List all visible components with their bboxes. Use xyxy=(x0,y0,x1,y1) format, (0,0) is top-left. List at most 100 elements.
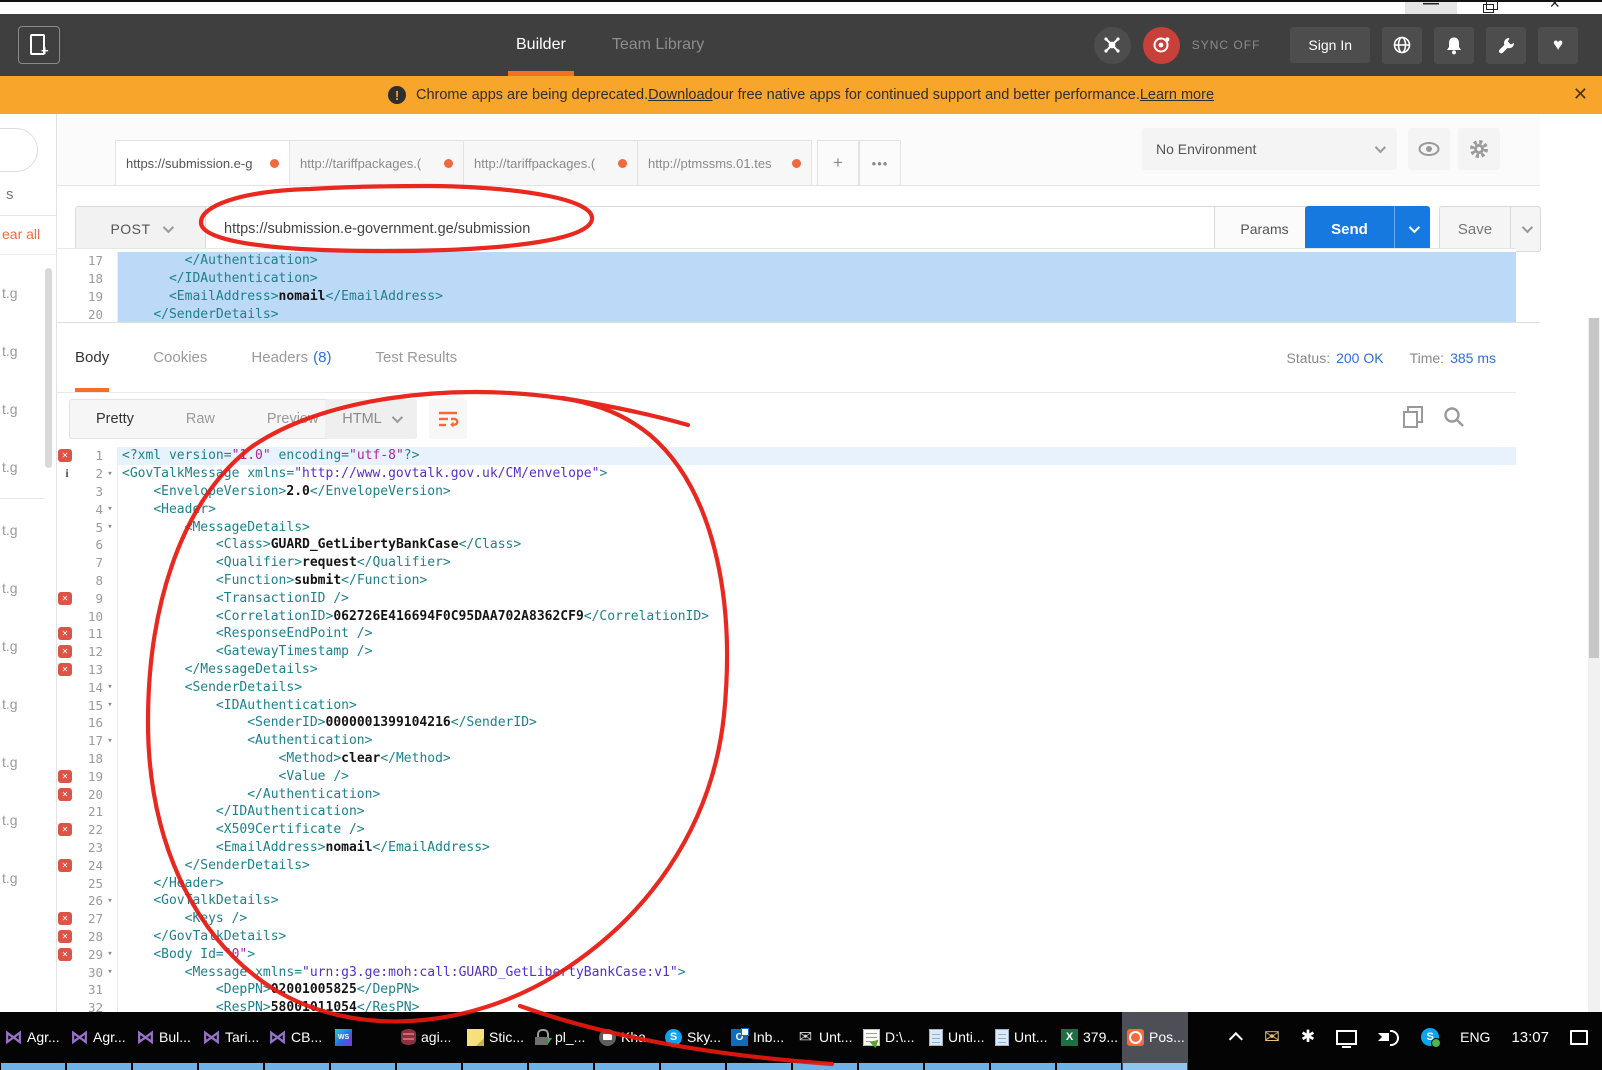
response-tab-cookies[interactable]: Cookies xyxy=(153,323,207,392)
sidebar-search-input[interactable] xyxy=(0,128,38,172)
taskbar-button[interactable]: ⋈Tari... xyxy=(198,1012,264,1070)
tab-team-library[interactable]: Team Library xyxy=(608,14,708,76)
vertical-scrollbar[interactable] xyxy=(1588,318,1600,1012)
taskbar-button[interactable]: ⋈Agr... xyxy=(0,1012,66,1070)
favorites-heart-icon[interactable]: ♥ xyxy=(1538,27,1578,64)
taskbar-button[interactable]: X379... xyxy=(1056,1012,1122,1070)
taskbar-button[interactable]: Pos... xyxy=(1122,1012,1188,1070)
search-icon[interactable] xyxy=(1442,405,1466,434)
sync-icon[interactable] xyxy=(1143,27,1180,64)
request-tab[interactable]: http://tariffpackages.( xyxy=(463,140,638,185)
system-tray: ✉ ✱ S ENG 13:07 xyxy=(1233,1012,1602,1062)
globe-icon[interactable] xyxy=(1382,27,1422,64)
code-line: 3 <EnvelopeVersion>2.0</EnvelopeVersion> xyxy=(57,483,1516,501)
close-button[interactable]: × xyxy=(1549,0,1560,14)
fold-caret-icon[interactable]: ▾ xyxy=(103,522,117,532)
language-indicator[interactable]: ENG xyxy=(1460,1029,1490,1045)
banner-download-link[interactable]: Download xyxy=(648,87,713,103)
environment-select[interactable]: No Environment xyxy=(1142,128,1397,170)
environment-preview-eye-icon[interactable] xyxy=(1408,128,1450,170)
response-tab-headers[interactable]: Headers(8) xyxy=(251,323,331,392)
params-button[interactable]: Params xyxy=(1214,207,1314,251)
taskbar-button[interactable]: agi... xyxy=(396,1012,462,1070)
clear-all-link[interactable]: ear all xyxy=(2,226,40,242)
send-button[interactable]: Send xyxy=(1305,206,1430,252)
history-item[interactable]: t.g xyxy=(0,264,44,322)
fold-caret-icon[interactable]: ▾ xyxy=(103,700,117,710)
taskbar-button[interactable]: ⋈CB... xyxy=(264,1012,330,1070)
restore-button[interactable] xyxy=(1483,4,1494,13)
taskbar-button[interactable]: Stic... xyxy=(462,1012,528,1070)
fold-caret-icon[interactable]: ▾ xyxy=(103,469,117,479)
more-tabs-button[interactable]: ••• xyxy=(859,140,901,185)
code-line: 18 </IDAuthentication> xyxy=(57,270,1516,288)
taskbar-button[interactable]: WS xyxy=(330,1012,396,1070)
interceptor-icon[interactable] xyxy=(1094,27,1131,64)
history-item[interactable]: t.g xyxy=(0,849,44,907)
response-tab-test-results[interactable]: Test Results xyxy=(375,323,457,392)
new-tab-button[interactable]: + xyxy=(18,26,60,64)
taskbar-button[interactable]: SSky... xyxy=(660,1012,726,1070)
scrollbar-thumb[interactable] xyxy=(1589,318,1599,658)
tray-mail-icon[interactable]: ✉ xyxy=(1264,1026,1280,1049)
tray-skype-icon[interactable]: S xyxy=(1421,1028,1439,1046)
view-mode-raw[interactable]: Raw xyxy=(160,400,241,438)
copy-icon[interactable] xyxy=(1402,405,1424,434)
url-input[interactable] xyxy=(206,207,1214,251)
banner-close-icon[interactable]: ✕ xyxy=(1573,84,1588,105)
history-item[interactable]: t.g xyxy=(0,791,44,849)
notifications-bell-icon[interactable] xyxy=(1434,27,1474,64)
save-button[interactable]: Save xyxy=(1440,207,1510,251)
taskbar-button[interactable]: ✉Unt... xyxy=(792,1012,858,1070)
taskbar-button[interactable]: ⋈Bul... xyxy=(132,1012,198,1070)
banner-learn-more-link[interactable]: Learn more xyxy=(1140,87,1214,103)
history-item[interactable]: t.g xyxy=(0,559,44,617)
taskbar-button[interactable]: Unti... xyxy=(924,1012,990,1070)
taskbar-button[interactable]: OInb... xyxy=(726,1012,792,1070)
fold-caret-icon[interactable]: ▾ xyxy=(103,896,117,906)
send-options-chevron-icon[interactable] xyxy=(1394,206,1430,252)
settings-wrench-icon[interactable] xyxy=(1486,27,1526,64)
code-line: 30▾ <Message xmlns="urn:g3.ge:moh:call:G… xyxy=(57,963,1516,981)
history-item[interactable]: t.g xyxy=(0,501,44,559)
history-item[interactable]: t.g xyxy=(0,617,44,675)
language-select[interactable]: HTML xyxy=(325,399,417,439)
tray-network-icon[interactable] xyxy=(1336,1030,1357,1045)
history-item[interactable]: t.g xyxy=(0,675,44,733)
wrap-text-icon[interactable] xyxy=(429,399,467,439)
history-item[interactable]: t.g xyxy=(0,733,44,791)
taskbar-button[interactable]: Unt... xyxy=(990,1012,1056,1070)
fold-caret-icon[interactable]: ▾ xyxy=(103,949,117,959)
taskbar-button[interactable]: D:\... xyxy=(858,1012,924,1070)
history-item[interactable]: t.g xyxy=(0,438,44,496)
history-item[interactable]: t.g xyxy=(0,322,44,380)
action-center-icon[interactable] xyxy=(1570,1030,1588,1045)
fold-caret-icon[interactable]: ▾ xyxy=(103,736,117,746)
settings-gear-icon[interactable] xyxy=(1458,128,1500,170)
taskbar-button[interactable]: ⋈Agr... xyxy=(66,1012,132,1070)
taskbar-button[interactable]: Kha... xyxy=(594,1012,660,1070)
request-tab[interactable]: https://submission.e-g xyxy=(115,140,290,185)
fold-caret-icon[interactable]: ▾ xyxy=(103,967,117,977)
sidebar-scrollbar[interactable] xyxy=(45,268,52,468)
sign-in-button[interactable]: Sign In xyxy=(1290,27,1370,63)
fold-caret-icon[interactable]: ▾ xyxy=(103,682,117,692)
view-mode-pretty[interactable]: Pretty xyxy=(70,400,160,438)
code-text: </Header> xyxy=(117,874,1516,892)
request-body-editor[interactable]: 17 </Authentication>18 </IDAuthenticatio… xyxy=(57,248,1516,322)
request-tab[interactable]: http://ptmssms.01.tes xyxy=(637,140,812,185)
taskbar-button[interactable]: pl_... xyxy=(528,1012,594,1070)
tray-chevron-up-icon[interactable] xyxy=(1229,1032,1243,1046)
tray-slack-icon[interactable]: ✱ xyxy=(1301,1027,1315,1047)
method-select[interactable]: POST xyxy=(76,207,206,251)
request-tab[interactable]: http://tariffpackages.( xyxy=(289,140,464,185)
response-body-code[interactable]: ✕1<?xml version="1.0" encoding="utf-8"?>… xyxy=(57,445,1516,1013)
response-tab-body[interactable]: Body xyxy=(75,323,109,392)
tab-builder[interactable]: Builder xyxy=(512,14,570,76)
add-tab-button[interactable]: + xyxy=(817,140,859,185)
clock[interactable]: 13:07 xyxy=(1511,1029,1549,1046)
tray-volume-icon[interactable] xyxy=(1378,1029,1400,1045)
save-options-chevron-icon[interactable] xyxy=(1510,207,1540,251)
history-item[interactable]: t.g xyxy=(0,380,44,438)
fold-caret-icon[interactable]: ▾ xyxy=(103,504,117,514)
